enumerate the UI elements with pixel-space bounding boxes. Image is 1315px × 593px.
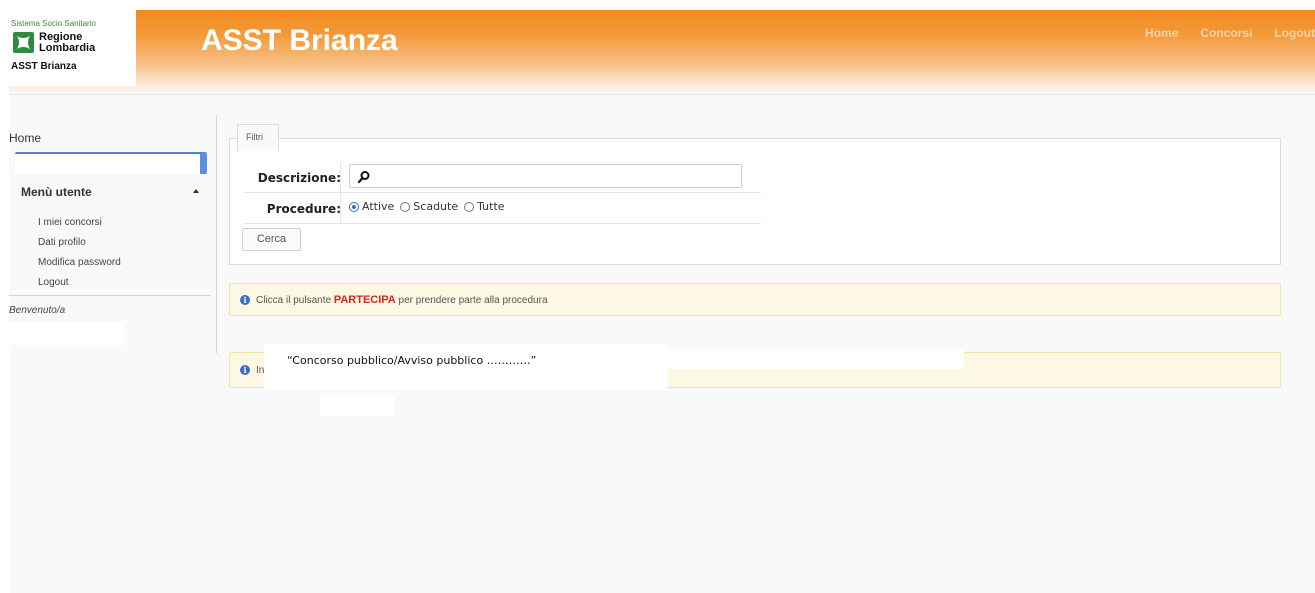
- redaction-block: [320, 396, 395, 416]
- sidebar-item-logout[interactable]: Logout: [38, 277, 69, 288]
- search-button[interactable]: Cerca: [242, 228, 301, 251]
- sidebar-item-home[interactable]: Home: [9, 131, 41, 145]
- header-bar: Sistema Socio Sanitario Regione Lombardi…: [9, 10, 1315, 94]
- filters-legend: Filtri: [237, 124, 279, 151]
- procedure-cell: Attive Scadute Tutte: [340, 193, 761, 223]
- sidebar-active-item[interactable]: [15, 152, 207, 174]
- sidebar-item-change-password[interactable]: Modifica password: [38, 257, 121, 268]
- radio-selected-icon[interactable]: [349, 201, 359, 212]
- description-label: Descrizione:: [257, 171, 341, 185]
- partecipa-highlight: PARTECIPA: [333, 294, 396, 306]
- page-title: ASST Brianza: [201, 24, 398, 57]
- sidebar-item-profile-data[interactable]: Dati profilo: [38, 237, 86, 248]
- nav-concorsi-link[interactable]: Concorsi: [1200, 26, 1252, 40]
- sidebar-section-user-menu[interactable]: Menù utente: [21, 185, 92, 199]
- radio-tutte-label: Tutte: [477, 200, 505, 213]
- radio-tutte[interactable]: Tutte: [464, 200, 505, 213]
- filter-row-procedure: Procedure: Attive Scadute Tutte: [243, 193, 761, 224]
- sidebar-item-my-contests[interactable]: I miei concorsi: [38, 217, 102, 228]
- logo-tagline: Sistema Socio Sanitario: [11, 19, 96, 28]
- top-navigation: Home Concorsi Logout: [1145, 26, 1315, 40]
- info-icon: i: [240, 295, 250, 305]
- regione-lombardia-cross-icon: [13, 32, 34, 53]
- radio-scadute-label: Scadute: [413, 200, 459, 213]
- radio-unselected-icon[interactable]: [400, 201, 411, 212]
- radio-attive-label: Attive: [362, 200, 395, 213]
- procedure-radio-group: Attive Scadute Tutte: [349, 200, 511, 213]
- nav-logout-link[interactable]: Logout: [1274, 26, 1315, 40]
- radio-scadute[interactable]: Scadute: [400, 200, 458, 213]
- regione-lombardia-logo: Sistema Socio Sanitario Regione Lombardi…: [9, 10, 136, 86]
- filter-row-description: Descrizione:: [243, 162, 761, 193]
- description-input[interactable]: [349, 164, 742, 188]
- info-icon: i: [240, 365, 250, 375]
- radio-unselected-icon[interactable]: [464, 201, 475, 212]
- logo-region-name: Regione Lombardia: [39, 31, 96, 54]
- sidebar-vertical-divider: [216, 115, 217, 353]
- info-alert-text: Clicca il pulsante PARTECIPA per prender…: [256, 294, 548, 306]
- procedure-label: Procedure:: [266, 202, 341, 216]
- procedure-title-text: “Concorso pubblico/Avviso pubblico …………”: [287, 354, 537, 367]
- sidebar-divider: [9, 295, 211, 296]
- description-cell: [340, 162, 761, 192]
- radio-attive[interactable]: Attive: [349, 200, 394, 213]
- welcome-text: Benvenuto/a: [9, 305, 66, 316]
- search-icon: [357, 171, 370, 184]
- logo-org-name: ASST Brianza: [11, 61, 77, 72]
- procedure-title-overlay: “Concorso pubblico/Avviso pubblico …………”: [264, 344, 668, 390]
- header-divider: [9, 94, 1315, 95]
- caret-up-icon[interactable]: [193, 189, 199, 193]
- info-alert: i Clicca il pulsante PARTECIPA per prend…: [229, 283, 1281, 316]
- username-redaction: [9, 322, 125, 345]
- page: Sistema Socio Sanitario Regione Lombardi…: [9, 10, 1315, 593]
- redaction-strip: [668, 350, 964, 369]
- nav-home-link[interactable]: Home: [1145, 26, 1178, 40]
